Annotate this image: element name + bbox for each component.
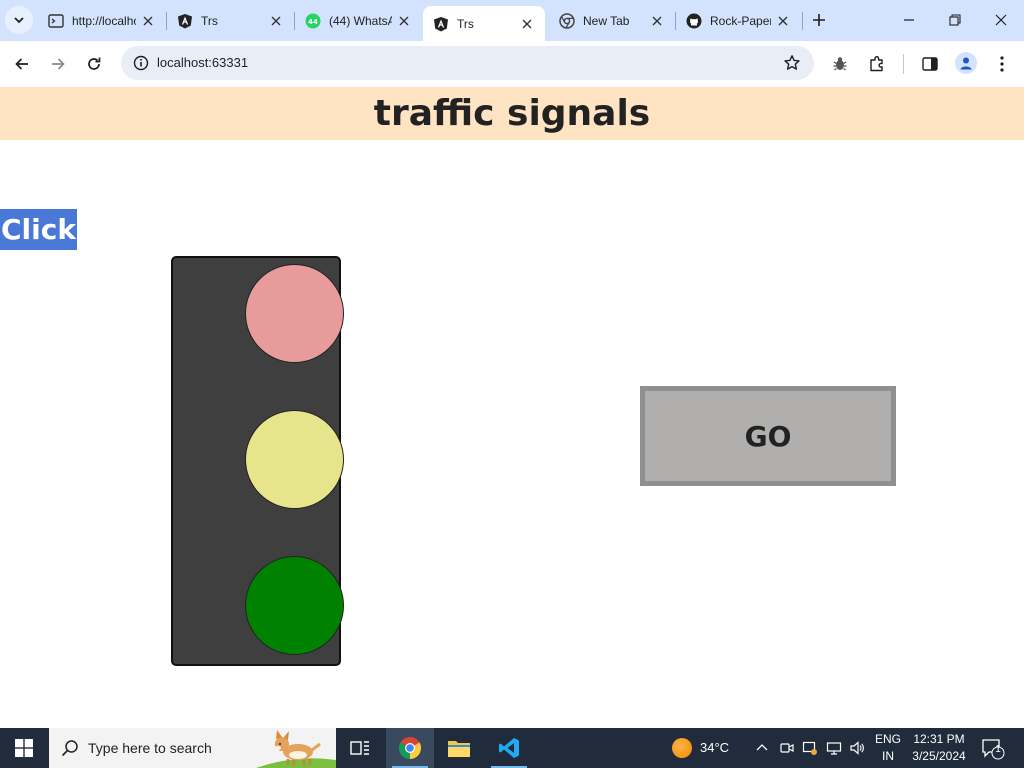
weather-sun-icon[interactable] (672, 738, 692, 758)
search-highlight-dog-image (256, 730, 336, 768)
tab-title: Rock-Paper (710, 13, 771, 28)
tab-title: New Tab (583, 13, 630, 28)
forward-button[interactable] (44, 50, 72, 78)
task-view-button[interactable] (336, 728, 384, 768)
taskbar-vscode-app[interactable] (485, 728, 533, 768)
new-tab-button[interactable] (808, 9, 830, 31)
browser-toolbar: localhost:63331 (0, 41, 1024, 87)
yellow-light (245, 410, 344, 509)
tab-trs-active[interactable]: Trs (423, 6, 545, 41)
tab-trs[interactable]: Trs (167, 6, 294, 35)
windows-taskbar: Type here to search 34°C ENG IN 12:31 PM… (0, 728, 1024, 768)
tab-rock-paper[interactable]: Rock-Paper (676, 6, 801, 35)
chrome-icon (559, 12, 575, 29)
language-region[interactable]: IN (872, 749, 904, 763)
angular-icon (177, 13, 193, 29)
volume-icon[interactable] (849, 740, 865, 756)
click-button[interactable]: Click (0, 209, 77, 250)
network-icon[interactable] (826, 740, 842, 756)
bug-extension-icon[interactable] (828, 52, 852, 76)
reload-icon (88, 57, 101, 70)
clock-date[interactable]: 3/25/2024 (906, 749, 972, 763)
chevron-up-icon[interactable] (754, 740, 770, 756)
chevron-down-icon (14, 17, 24, 24)
toolbar-divider (903, 54, 904, 74)
tab-divider (802, 12, 803, 30)
close-icon[interactable] (649, 13, 665, 29)
url-text[interactable]: localhost:63331 (157, 55, 248, 70)
minimize-icon (904, 19, 914, 21)
back-button[interactable] (8, 50, 36, 78)
taskbar-chrome-app[interactable] (386, 728, 434, 768)
reload-button[interactable] (80, 50, 108, 78)
minimize-button[interactable] (886, 0, 932, 40)
tab-title: Trs (201, 13, 218, 28)
angular-icon (433, 16, 449, 32)
terminal-icon (48, 13, 64, 29)
close-icon[interactable] (268, 13, 284, 29)
extensions-puzzle-icon[interactable] (865, 52, 889, 76)
github-icon (686, 13, 702, 29)
tab-title: Trs (457, 16, 474, 31)
address-bar[interactable]: localhost:63331 (121, 46, 814, 80)
go-button[interactable]: GO (640, 386, 896, 486)
start-button[interactable] (0, 728, 48, 768)
arrow-left-icon (15, 58, 28, 70)
page-content: traffic signals Click GO (0, 87, 1024, 728)
tab-search-button[interactable] (5, 6, 33, 34)
menu-kebab-icon[interactable] (990, 52, 1014, 76)
task-view-icon (350, 741, 369, 755)
notification-count: 1 (995, 744, 1001, 755)
chrome-icon (399, 737, 421, 759)
restore-icon (949, 14, 961, 26)
folder-icon (448, 741, 470, 757)
search-placeholder: Type here to search (88, 740, 212, 756)
page-title: traffic signals (373, 93, 651, 134)
search-icon (61, 740, 78, 757)
tab-strip: http://localhost Trs 44 (44) WhatsApp Tr… (0, 0, 1024, 41)
tab-title: (44) WhatsApp (329, 13, 392, 28)
close-icon[interactable] (396, 13, 412, 29)
notification-center-button[interactable]: 1 (981, 738, 1005, 760)
close-icon[interactable] (519, 16, 535, 32)
language-code[interactable]: ENG (872, 732, 904, 746)
taskbar-file-explorer-app[interactable] (435, 728, 483, 768)
svg-text:44: 44 (308, 17, 318, 25)
plus-icon (813, 14, 825, 26)
side-panel-icon[interactable] (918, 52, 942, 76)
close-icon[interactable] (775, 13, 791, 29)
restore-button[interactable] (932, 0, 978, 40)
tab-localhost[interactable]: http://localhost (38, 6, 166, 35)
weather-temperature[interactable]: 34°C (700, 740, 729, 755)
red-light (245, 264, 344, 363)
traffic-light-housing (171, 256, 344, 666)
clock-time[interactable]: 12:31 PM (906, 732, 972, 746)
arrow-right-icon (52, 58, 65, 70)
taskbar-search-box[interactable]: Type here to search (49, 728, 336, 768)
close-icon[interactable] (140, 13, 156, 29)
whatsapp-icon: 44 (305, 13, 321, 29)
vscode-icon (499, 738, 519, 758)
page-header-banner: traffic signals (0, 87, 1024, 140)
tab-whatsapp[interactable]: 44 (44) WhatsApp (295, 6, 422, 35)
tab-title: http://localhost (72, 13, 136, 28)
green-light (245, 556, 344, 655)
site-info-icon[interactable] (129, 51, 153, 75)
tab-new-tab[interactable]: New Tab (549, 6, 675, 35)
defender-alert-icon[interactable] (802, 740, 818, 756)
close-window-button[interactable] (978, 0, 1024, 40)
profile-avatar-icon[interactable] (955, 52, 977, 74)
windows-logo-icon (15, 739, 33, 757)
close-icon (995, 14, 1007, 26)
meet-now-icon[interactable] (779, 740, 795, 756)
bookmark-star-icon[interactable] (782, 53, 802, 73)
